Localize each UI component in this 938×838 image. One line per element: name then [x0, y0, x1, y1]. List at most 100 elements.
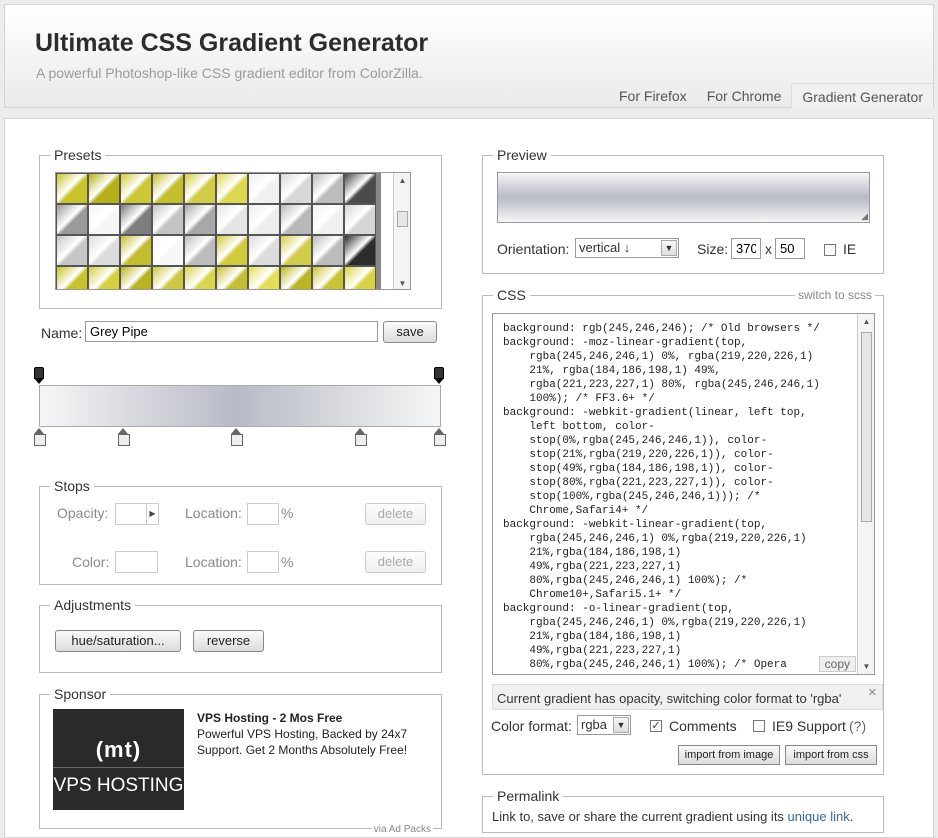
delete-opacity-stop-button[interactable]: delete: [365, 503, 426, 525]
preset-swatch[interactable]: [184, 235, 216, 266]
sponsor-logo[interactable]: (mt) VPS HOSTING: [53, 709, 184, 810]
sponsor-via[interactable]: via Ad Packs: [371, 824, 433, 835]
preset-swatch[interactable]: [88, 235, 120, 266]
nav-chrome[interactable]: For Chrome: [697, 83, 792, 108]
delete-color-stop-button[interactable]: delete: [365, 551, 426, 573]
preset-swatch[interactable]: [120, 173, 152, 204]
sponsor-title[interactable]: VPS Hosting - 2 Mos Free: [197, 711, 342, 725]
preset-swatch[interactable]: [280, 266, 312, 289]
preset-swatch[interactable]: [88, 173, 120, 204]
ie-checkbox[interactable]: [824, 244, 836, 256]
scroll-thumb[interactable]: [397, 211, 408, 227]
opacity-stop-right[interactable]: [434, 367, 444, 384]
nav-gradient-generator[interactable]: Gradient Generator: [791, 83, 933, 108]
code-scroll-thumb[interactable]: [861, 332, 872, 522]
scroll-up-icon[interactable]: ▲: [861, 316, 872, 327]
preset-swatch[interactable]: [280, 173, 312, 204]
preset-swatch[interactable]: [344, 173, 376, 204]
width-input[interactable]: [731, 238, 761, 259]
ie9-help-link[interactable]: (?): [849, 718, 866, 734]
presets-list[interactable]: ▲ ▼: [55, 172, 411, 290]
opacity-location-input[interactable]: [247, 503, 279, 525]
css-code-box[interactable]: background: rgb(245,246,246); /* Old bro…: [492, 313, 875, 675]
color-format-select[interactable]: rgba ▼: [577, 715, 631, 735]
page-title: Ultimate CSS Gradient Generator: [35, 29, 429, 57]
switch-to-scss-link[interactable]: switch to scss: [794, 288, 875, 302]
preset-swatch[interactable]: [312, 266, 344, 289]
scroll-down-icon[interactable]: ▼: [397, 278, 408, 289]
copy-button[interactable]: copy: [818, 656, 856, 672]
reverse-button[interactable]: reverse: [193, 630, 264, 652]
preset-swatch[interactable]: [312, 204, 344, 235]
adjustments-legend: Adjustments: [50, 597, 136, 613]
preset-swatch[interactable]: [280, 235, 312, 266]
save-button[interactable]: save: [383, 321, 437, 343]
import-from-css-button[interactable]: import from css: [785, 745, 877, 765]
preset-swatch[interactable]: [120, 204, 152, 235]
scroll-up-icon[interactable]: ▲: [397, 175, 408, 186]
presets-scrollbar[interactable]: ▲ ▼: [393, 173, 410, 289]
scroll-down-icon[interactable]: ▼: [861, 661, 872, 672]
comments-label: Comments: [669, 718, 737, 734]
color-format-label: Color format:: [491, 718, 572, 734]
color-stop-21[interactable]: [118, 428, 130, 446]
presets-panel: Presets ▲ ▼: [39, 147, 442, 309]
color-stop-80[interactable]: [355, 428, 367, 446]
preset-swatch[interactable]: [344, 235, 376, 266]
preset-swatch[interactable]: [56, 173, 88, 204]
opacity-stop-left[interactable]: [34, 367, 44, 384]
preset-swatch[interactable]: [184, 266, 216, 289]
preset-swatch[interactable]: [152, 235, 184, 266]
preset-swatch[interactable]: [248, 235, 280, 266]
preset-swatch[interactable]: [312, 173, 344, 204]
preset-swatch[interactable]: [216, 235, 248, 266]
comments-checkbox[interactable]: ✓: [650, 720, 662, 732]
color-stop-100[interactable]: [434, 428, 446, 446]
preset-swatch[interactable]: [152, 266, 184, 289]
preset-swatch[interactable]: [344, 266, 376, 289]
preset-swatch[interactable]: [248, 204, 280, 235]
opacity-input[interactable]: ▶: [115, 503, 159, 525]
name-input[interactable]: [85, 321, 378, 342]
preset-swatch[interactable]: [120, 235, 152, 266]
preset-swatch[interactable]: [216, 204, 248, 235]
opacity-location-label: Location:: [185, 505, 242, 521]
preset-swatch[interactable]: [152, 173, 184, 204]
color-stop-49[interactable]: [231, 428, 243, 446]
nav-firefox[interactable]: For Firefox: [609, 83, 697, 108]
code-scrollbar[interactable]: ▲ ▼: [857, 314, 874, 674]
opacity-arrow-icon[interactable]: ▶: [146, 504, 158, 524]
resize-handle-icon[interactable]: ◢: [861, 211, 868, 222]
css-code[interactable]: background: rgb(245,246,246); /* Old bro…: [503, 322, 820, 672]
preset-swatch[interactable]: [184, 173, 216, 204]
preset-swatch[interactable]: [248, 266, 280, 289]
height-input[interactable]: [775, 238, 805, 259]
close-icon[interactable]: ✕: [868, 686, 877, 699]
gradient-bar[interactable]: [39, 385, 441, 427]
gradient-preview[interactable]: ◢: [497, 172, 870, 223]
preset-swatch[interactable]: [248, 173, 280, 204]
preset-swatch[interactable]: [56, 266, 88, 289]
preset-swatch[interactable]: [280, 204, 312, 235]
preset-swatch[interactable]: [56, 235, 88, 266]
preset-swatch[interactable]: [88, 266, 120, 289]
preset-swatch[interactable]: [88, 204, 120, 235]
unique-link[interactable]: unique link: [788, 809, 850, 824]
opacity-label: Opacity:: [57, 505, 109, 521]
preset-swatch[interactable]: [216, 173, 248, 204]
color-stop-0[interactable]: [34, 428, 46, 446]
preset-swatch[interactable]: [344, 204, 376, 235]
preset-swatch[interactable]: [120, 266, 152, 289]
preset-swatch[interactable]: [216, 266, 248, 289]
orientation-select[interactable]: vertical ↓ ▼: [575, 238, 679, 258]
preset-swatch[interactable]: [312, 235, 344, 266]
opacity-notice: Current gradient has opacity, switching …: [492, 684, 883, 710]
hue-saturation-button[interactable]: hue/saturation...: [55, 630, 181, 652]
preset-swatch[interactable]: [56, 204, 88, 235]
preset-swatch[interactable]: [184, 204, 216, 235]
preset-swatch[interactable]: [152, 204, 184, 235]
color-input[interactable]: [115, 551, 158, 573]
import-from-image-button[interactable]: import from image: [678, 745, 780, 765]
ie9-checkbox[interactable]: [753, 720, 765, 732]
color-location-input[interactable]: [247, 551, 279, 573]
